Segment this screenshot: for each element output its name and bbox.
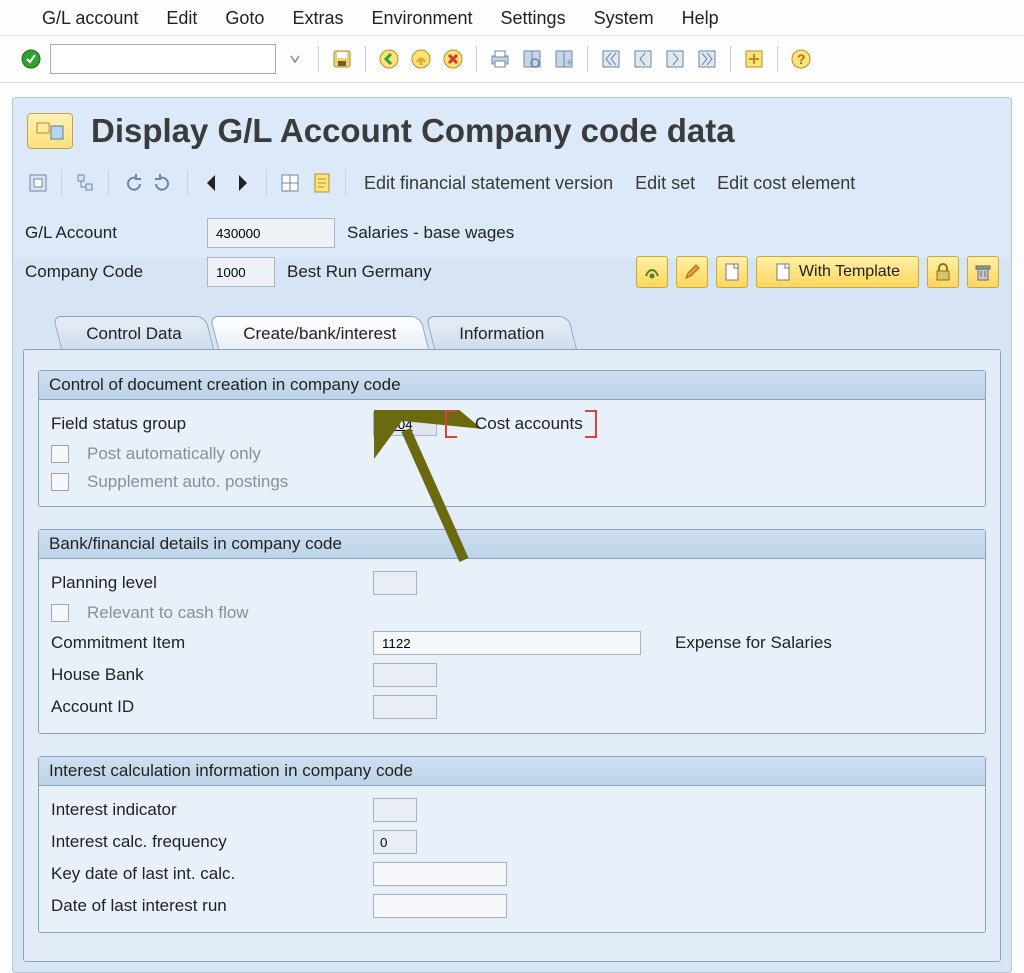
account-id-label: Account ID [51, 697, 361, 717]
menu-goto[interactable]: Goto [225, 8, 264, 29]
gl-account-desc: Salaries - base wages [347, 223, 514, 243]
new-doc-icon[interactable] [716, 256, 748, 288]
commitment-item-desc: Expense for Salaries [675, 633, 832, 653]
trash-icon[interactable] [967, 256, 999, 288]
tab-control-data[interactable]: Control Data [53, 316, 215, 350]
first-page-icon[interactable] [598, 46, 624, 72]
interest-indicator-label: Interest indicator [51, 800, 361, 820]
group-bank-financial-title: Bank/financial details in company code [39, 530, 985, 559]
change-log-icon[interactable] [309, 170, 335, 196]
supplement-postings-checkbox [51, 473, 69, 491]
tab-content: Control of document creation in company … [23, 349, 1001, 962]
application-toolbar: Edit financial statement version Edit se… [23, 166, 1001, 208]
new-session-icon[interactable] [741, 46, 767, 72]
tab-strip: Control Data Create/bank/interest Inform… [57, 314, 1001, 350]
menu-gl-account[interactable]: G/L account [42, 8, 138, 29]
object-icon[interactable] [27, 113, 73, 149]
cancel-icon[interactable] [440, 46, 466, 72]
field-status-group-desc: Cost accounts [465, 412, 593, 435]
supplement-postings-label: Supplement auto. postings [87, 472, 288, 492]
page-title: Display G/L Account Company code data [91, 112, 735, 150]
svg-text:+: + [566, 57, 572, 69]
menu-bar: G/L account Edit Goto Extras Environment… [0, 0, 1024, 36]
tree-on-icon[interactable] [72, 170, 98, 196]
company-code-desc: Best Run Germany [287, 262, 432, 282]
house-bank-value[interactable] [373, 663, 437, 687]
planning-level-value[interactable] [373, 571, 417, 595]
annotation-bracket-right [585, 410, 597, 438]
find-icon[interactable] [519, 46, 545, 72]
with-template-label: With Template [799, 263, 900, 281]
group-interest-calc-title: Interest calculation information in comp… [39, 757, 985, 786]
dropdown-icon[interactable] [282, 46, 308, 72]
planning-level-label: Planning level [51, 573, 361, 593]
post-automatically-label: Post automatically only [87, 444, 261, 464]
last-run-label: Date of last interest run [51, 896, 361, 916]
account-id-value[interactable] [373, 695, 437, 719]
display-change-icon[interactable] [636, 256, 668, 288]
edit-set-link[interactable]: Edit set [635, 173, 695, 194]
cashflow-checkbox [51, 604, 69, 622]
house-bank-label: House Bank [51, 665, 361, 685]
where-used-icon[interactable] [277, 170, 303, 196]
save-icon[interactable] [329, 46, 355, 72]
field-status-group-value[interactable] [373, 412, 437, 436]
prev-page-icon[interactable] [630, 46, 656, 72]
menu-extras[interactable]: Extras [292, 8, 343, 29]
last-page-icon[interactable] [694, 46, 720, 72]
next-item-icon[interactable] [230, 170, 256, 196]
interest-frequency-value[interactable] [373, 830, 417, 854]
undo-icon[interactable] [119, 170, 145, 196]
exit-icon[interactable] [408, 46, 434, 72]
interest-indicator-value[interactable] [373, 798, 417, 822]
key-date-label: Key date of last int. calc. [51, 864, 361, 884]
command-field[interactable] [50, 44, 276, 74]
redo-icon[interactable] [151, 170, 177, 196]
next-page-icon[interactable] [662, 46, 688, 72]
back-icon[interactable] [376, 46, 402, 72]
menu-system[interactable]: System [594, 8, 654, 29]
company-code-label: Company Code [25, 262, 195, 282]
commitment-item-label: Commitment Item [51, 633, 361, 653]
group-document-control: Control of document creation in company … [38, 370, 986, 507]
find-next-icon[interactable]: + [551, 46, 577, 72]
menu-environment[interactable]: Environment [371, 8, 472, 29]
tab-information[interactable]: Information [425, 316, 577, 350]
gl-account-label: G/L Account [25, 223, 195, 243]
help-icon[interactable]: ? [788, 46, 814, 72]
menu-help[interactable]: Help [682, 8, 719, 29]
cashflow-label: Relevant to cash flow [87, 603, 249, 623]
svg-text:?: ? [797, 51, 806, 67]
enter-icon[interactable] [18, 46, 44, 72]
menu-edit[interactable]: Edit [166, 8, 197, 29]
gl-account-value[interactable] [207, 218, 335, 248]
commitment-item-value[interactable] [373, 631, 641, 655]
print-icon[interactable] [487, 46, 513, 72]
with-template-button[interactable]: With Template [756, 256, 919, 288]
content-area: Display G/L Account Company code data Ed… [12, 97, 1012, 973]
group-bank-financial: Bank/financial details in company code P… [38, 529, 986, 734]
edit-pencil-icon[interactable] [676, 256, 708, 288]
group-document-control-title: Control of document creation in company … [39, 371, 985, 400]
tab-create-bank-interest[interactable]: Create/bank/interest [210, 316, 430, 350]
edit-fsv-link[interactable]: Edit financial statement version [364, 173, 613, 194]
command-toolbar: + ? [0, 36, 1024, 83]
key-date-value[interactable] [373, 862, 507, 886]
edit-cost-element-link[interactable]: Edit cost element [717, 173, 855, 194]
group-interest-calc: Interest calculation information in comp… [38, 756, 986, 933]
other-account-icon[interactable] [25, 170, 51, 196]
document-icon [775, 263, 791, 281]
post-automatically-checkbox [51, 445, 69, 463]
menu-settings[interactable]: Settings [501, 8, 566, 29]
lock-icon[interactable] [927, 256, 959, 288]
company-code-value[interactable] [207, 257, 275, 287]
field-status-group-label: Field status group [51, 414, 361, 434]
last-run-value[interactable] [373, 894, 507, 918]
interest-frequency-label: Interest calc. frequency [51, 832, 361, 852]
annotation-bracket-left [445, 410, 457, 438]
prev-item-icon[interactable] [198, 170, 224, 196]
